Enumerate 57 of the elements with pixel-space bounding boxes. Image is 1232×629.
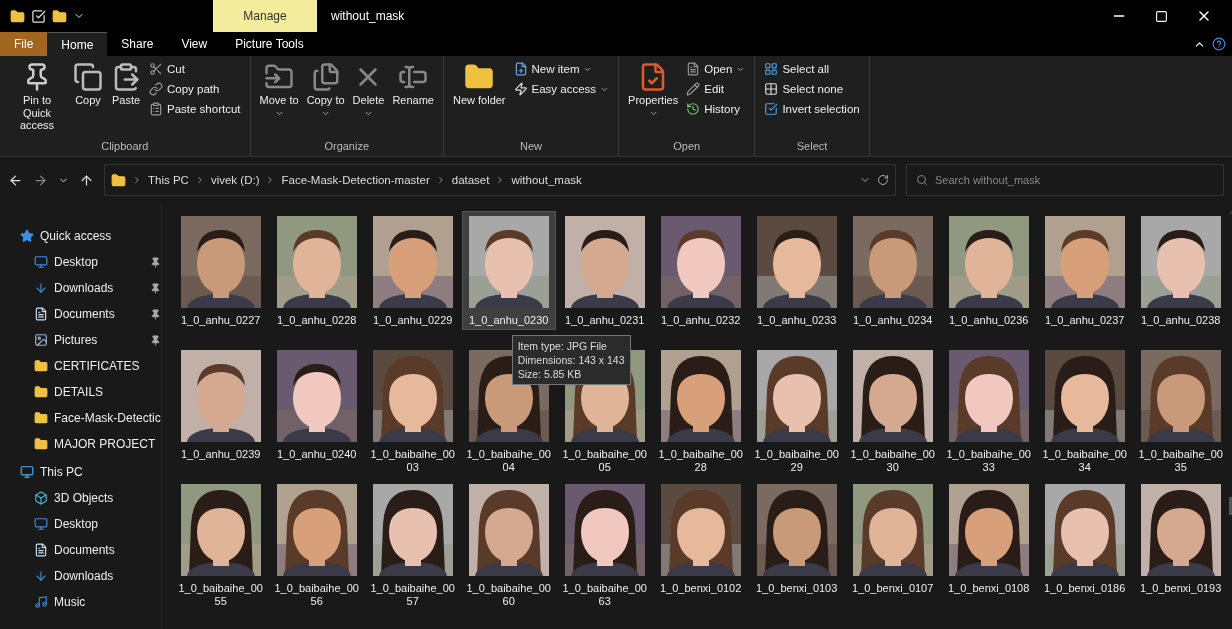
nav-label: Downloads [54,281,115,295]
file-name: 1_0_baibaihe_0056 [273,582,360,608]
file-name: 1_0_anhu_0236 [947,314,1030,327]
file-name: 1_0_baibaihe_0034 [1041,448,1128,474]
file-name: 1_0_anhu_0229 [371,314,454,327]
file-name: 1_0_baibaihe_0060 [465,582,552,608]
tooltip-line: Dimensions: 143 x 143 [517,353,625,367]
file-name: 1_0_baibaihe_0055 [177,582,264,608]
nav-label: Music [54,595,87,609]
file-name: 1_0_benxi_0107 [851,582,935,595]
tooltip-line: Item type: JPG File [517,339,608,353]
nav-label: Desktop [54,517,100,531]
nav-label: This PC [40,465,84,479]
file-name: 1_0_baibaihe_0005 [561,448,648,474]
file-name: 1_0_anhu_0227 [179,314,262,327]
nav-label: MAJOR PROJECT [54,437,157,451]
group-label: New [519,140,544,154]
file-name: 1_0_benxi_0102 [659,582,743,595]
file-name: 1_0_anhu_0240 [275,448,358,461]
group-label: Select [795,140,829,154]
file-name: 1_0_baibaihe_0029 [753,448,840,474]
file-name: 1_0_baibaihe_0035 [1137,448,1224,474]
file-name: 1_0_baibaihe_0057 [369,582,456,608]
nav-label: Face-Mask-Detectic [54,411,161,425]
file-name: 1_0_benxi_0108 [947,582,1031,595]
nav-label: Desktop [54,255,100,269]
file-name: 1_0_anhu_0237 [1043,314,1126,327]
file-name: 1_0_benxi_0193 [1139,582,1223,595]
file-name: 1_0_anhu_0232 [659,314,742,327]
nav-label: Documents [54,543,116,557]
nav-label: Downloads [54,569,115,583]
file-name: 1_0_baibaihe_0028 [657,448,744,474]
group-label: Organize [323,140,371,154]
file-name: 1_0_baibaihe_0003 [369,448,456,474]
file-name: 1_0_baibaihe_0033 [945,448,1032,474]
file-name: 1_0_benxi_0186 [1043,582,1127,595]
file-name: 1_0_anhu_0234 [851,314,934,327]
nav-label: Documents [54,307,116,321]
nav-label: DETAILS [54,385,105,399]
file-name: 1_0_anhu_0238 [1139,314,1222,327]
window-title: without_mask [330,8,406,25]
group-label: Clipboard [100,140,150,154]
file-name: 1_0_baibaihe_0004 [465,448,552,474]
group-label: Open [672,140,702,154]
nav-label: Quick access [40,229,113,243]
nav-label: 3D Objects [54,491,115,505]
file-name: 1_0_anhu_0233 [755,314,838,327]
tooltip-line: Size: 5.85 KB [517,367,583,381]
file-name: 1_0_anhu_0231 [563,314,646,327]
file-name: 1_0_benxi_0103 [755,582,839,595]
file-name: 1_0_baibaihe_0030 [849,448,936,474]
file-name: 1_0_anhu_0228 [275,314,358,327]
nav-label: Pictures [54,333,99,347]
file-name: 1_0_baibaihe_0063 [561,582,648,608]
nav-label: CERTIFICATES [54,359,141,373]
file-name: 1_0_anhu_0230 [467,314,550,327]
file-name: 1_0_anhu_0239 [179,448,262,461]
